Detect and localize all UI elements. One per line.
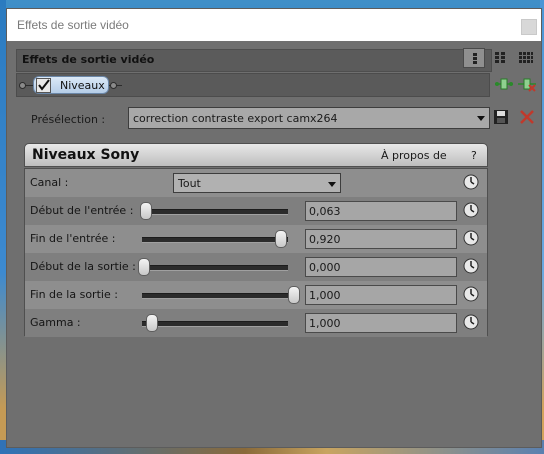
detail-view-button[interactable] <box>515 48 537 68</box>
canal-value: Tout <box>178 177 201 190</box>
param-row-fin-entree: Fin de l'entrée : 0,920 <box>25 225 487 253</box>
param-label: Début de la sortie : <box>30 260 136 273</box>
delete-preset-icon[interactable] <box>519 109 535 125</box>
video-output-fx-window: Effets de sortie vidéo Effets de sortie … <box>6 8 542 448</box>
plugin-chip-niveaux[interactable]: Niveaux <box>33 76 109 94</box>
chevron-down-icon <box>477 116 485 121</box>
plugin-title: Niveaux Sony <box>32 147 140 163</box>
reset-icon[interactable] <box>463 286 479 302</box>
reset-icon[interactable] <box>463 314 479 330</box>
slider-track[interactable] <box>142 321 288 327</box>
slider-track[interactable] <box>142 293 288 299</box>
param-label: Gamma : <box>30 316 81 329</box>
value-text: 1,000 <box>309 289 341 302</box>
slider-thumb[interactable] <box>145 314 158 332</box>
plugin-enabled-checkbox[interactable] <box>36 78 51 93</box>
grid-view-button[interactable] <box>489 48 511 68</box>
param-row-canal: Canal : Tout <box>25 169 487 197</box>
chevron-down-icon <box>328 182 336 187</box>
fx-header-bar: Effets de sortie vidéo <box>16 49 492 72</box>
window-close-button[interactable] <box>521 19 537 35</box>
reset-icon[interactable] <box>463 202 479 218</box>
slider-thumb[interactable] <box>288 286 300 304</box>
remove-plugin-icon[interactable] <box>518 75 536 93</box>
slider-thumb[interactable] <box>275 230 288 248</box>
preset-dropdown[interactable]: correction contraste export camx264 <box>128 107 490 129</box>
value-text: 0,920 <box>309 233 341 246</box>
reset-icon[interactable] <box>463 174 479 190</box>
value-text: 1,000 <box>309 317 341 330</box>
chain-start-node <box>19 82 26 89</box>
parameters-panel: Canal : Tout Début de l'entrée : 0,063 F… <box>24 168 488 337</box>
param-row-gamma: Gamma : 1,000 <box>25 309 487 337</box>
param-label: Fin de l'entrée : <box>30 232 116 245</box>
plugin-chain: Niveaux <box>16 73 490 97</box>
param-row-debut-sortie: Début de la sortie : 0,000 <box>25 253 487 281</box>
slider-thumb[interactable] <box>139 202 152 220</box>
list-view-button[interactable] <box>463 48 485 68</box>
value-field[interactable]: 0,000 <box>305 257 457 277</box>
value-field[interactable]: 0,063 <box>305 201 457 221</box>
window-title: Effets de sortie vidéo <box>17 18 129 32</box>
list-view-icon <box>473 53 477 64</box>
slider-track[interactable] <box>142 237 288 243</box>
value-text: 0,063 <box>309 205 341 218</box>
plugin-panel-header: Niveaux Sony À propos de ? <box>24 143 488 167</box>
value-field[interactable]: 0,920 <box>305 229 457 249</box>
param-label: Début de l'entrée : <box>30 204 134 217</box>
plugin-chip-label: Niveaux <box>60 79 105 92</box>
fx-header-title: Effets de sortie vidéo <box>22 53 155 66</box>
slider-track[interactable] <box>142 209 288 215</box>
reset-icon[interactable] <box>463 258 479 274</box>
slider-track[interactable] <box>142 265 288 271</box>
slider-thumb[interactable] <box>138 258 150 276</box>
preset-value: correction contraste export camx264 <box>133 112 338 125</box>
value-field[interactable]: 1,000 <box>305 285 457 305</box>
about-link[interactable]: À propos de <box>381 149 447 162</box>
preset-label: Présélection : <box>31 113 106 126</box>
value-text: 0,000 <box>309 261 341 274</box>
param-row-fin-sortie: Fin de la sortie : 1,000 <box>25 281 487 309</box>
grid-view-icon <box>495 52 505 63</box>
help-button[interactable]: ? <box>471 149 477 162</box>
reset-icon[interactable] <box>463 230 479 246</box>
detail-view-icon <box>519 52 533 63</box>
title-bar[interactable]: Effets de sortie vidéo <box>7 9 541 41</box>
save-preset-icon[interactable] <box>493 109 509 125</box>
checkmark-icon <box>38 79 50 91</box>
param-row-debut-entree: Début de l'entrée : 0,063 <box>25 197 487 225</box>
param-label: Canal : <box>30 176 69 189</box>
add-plugin-icon[interactable] <box>495 77 513 91</box>
param-label: Fin de la sortie : <box>30 288 118 301</box>
canal-dropdown[interactable]: Tout <box>173 173 341 193</box>
value-field[interactable]: 1,000 <box>305 313 457 333</box>
chain-end-node <box>110 82 117 89</box>
